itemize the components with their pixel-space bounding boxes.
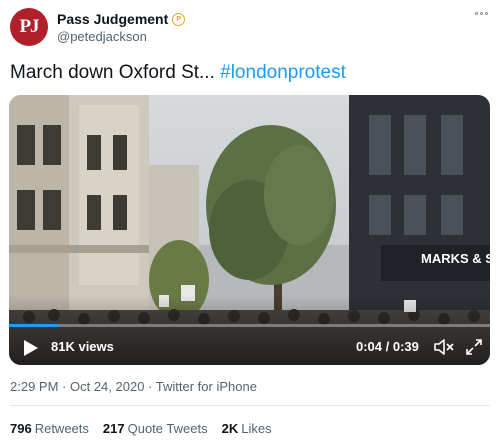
retweets-count: 796 — [10, 421, 32, 436]
verified-badge-icon: P — [172, 12, 186, 26]
quote-tweets-stat[interactable]: 217 Quote Tweets — [103, 421, 208, 436]
view-count: 81K views — [51, 339, 114, 354]
more-options-icon[interactable] — [475, 12, 488, 15]
avatar[interactable]: PJ — [10, 8, 48, 46]
retweets-label: Retweets — [34, 421, 89, 436]
tweet-meta: 2:29 PM · Oct 24, 2020 · Twitter for iPh… — [10, 379, 257, 394]
video-time: 0:04 / 0:39 — [356, 339, 419, 354]
divider — [10, 405, 490, 406]
likes-stat[interactable]: 2K Likes — [222, 421, 272, 436]
author-name-row: Pass Judgement P — [57, 11, 186, 27]
play-icon[interactable] — [23, 339, 39, 357]
hashtag-link[interactable]: #londonprotest — [220, 62, 346, 83]
tweet-date[interactable]: Oct 24, 2020 — [70, 379, 144, 394]
quote-tweets-count: 217 — [102, 421, 125, 436]
mute-icon[interactable] — [433, 338, 455, 356]
tweet-text: March down Oxford St... #londonprotest — [10, 62, 346, 84]
tweet-body: March down Oxford St... — [10, 62, 221, 83]
display-name[interactable]: Pass Judgement — [57, 11, 168, 27]
author-handle[interactable]: @petedjackson — [57, 29, 147, 44]
badge-glyph: P — [176, 15, 182, 23]
likes-label: Likes — [241, 421, 272, 436]
meta-separator: · — [144, 379, 156, 394]
likes-count: 2K — [221, 421, 239, 436]
tweet-stats: 796 Retweets 217 Quote Tweets 2K Likes — [10, 421, 272, 436]
retweets-stat[interactable]: 796 Retweets — [10, 421, 89, 436]
video-frame: MARKS & SPE — [9, 95, 490, 365]
avatar-text: PJ — [19, 16, 39, 37]
tweet-source[interactable]: Twitter for iPhone — [156, 379, 257, 394]
fullscreen-icon[interactable] — [465, 338, 483, 356]
meta-separator: · — [58, 379, 70, 394]
quote-tweets-label: Quote Tweets — [127, 421, 208, 436]
tweet-time[interactable]: 2:29 PM — [10, 379, 58, 394]
video-player[interactable]: MARKS & SPE 81K views 0:04 / 0:39 — [9, 95, 490, 365]
storefront-sign: MARKS & SPE — [421, 251, 490, 266]
